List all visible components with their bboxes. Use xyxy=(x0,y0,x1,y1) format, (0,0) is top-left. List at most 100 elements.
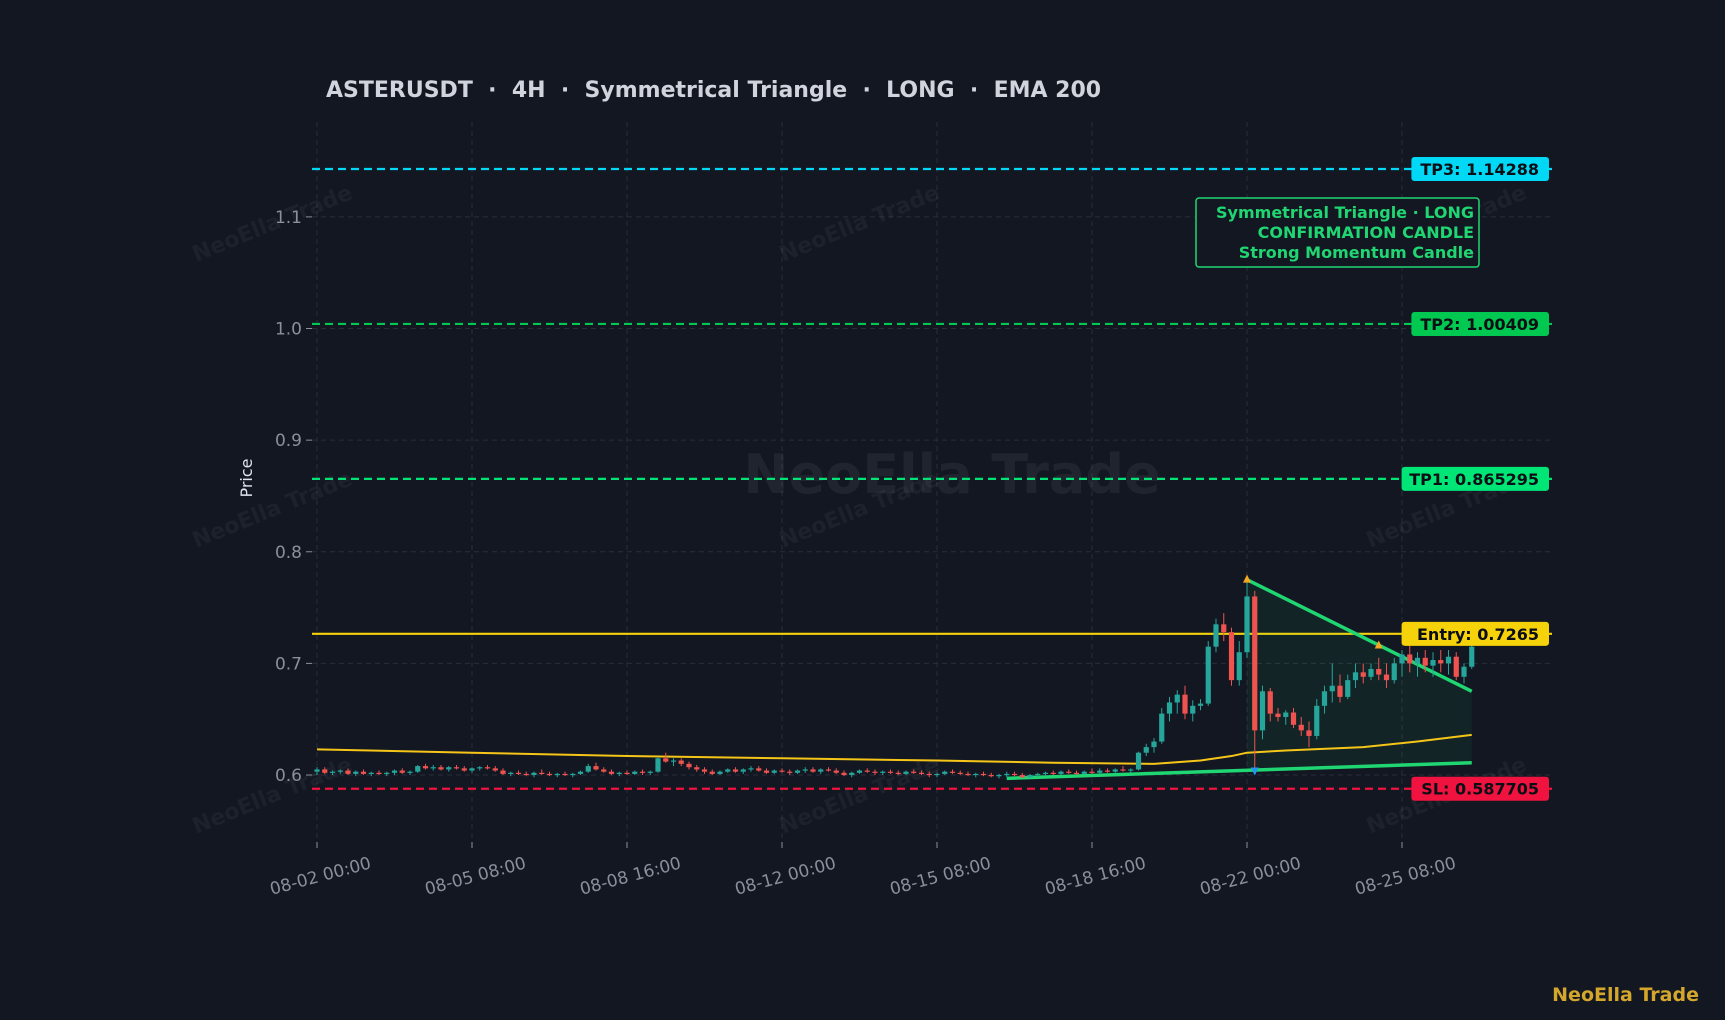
candle-body xyxy=(360,771,367,774)
candle-body xyxy=(1445,656,1452,664)
candle-body xyxy=(825,769,832,771)
candle-body xyxy=(376,772,382,774)
candle-body xyxy=(1221,624,1227,633)
candle-body xyxy=(1383,674,1390,681)
candle-body xyxy=(515,772,522,774)
candle-body xyxy=(1058,771,1064,774)
y-tick-label: 0.9 xyxy=(275,431,302,451)
level-label-tp2: TP2: 1.00409 xyxy=(1420,315,1539,334)
candle-body xyxy=(1391,663,1397,681)
chart-title: ASTERUSDT · 4H · Symmetrical Triangle · … xyxy=(326,78,1101,103)
candle-body xyxy=(980,773,987,776)
candle-body xyxy=(1027,775,1033,778)
candle-body xyxy=(1430,660,1436,666)
candle-body xyxy=(585,766,591,772)
candle-body xyxy=(353,771,359,774)
candle-body xyxy=(554,773,560,776)
x-tick-label: 08-08 16:00 xyxy=(578,854,683,900)
candle-body xyxy=(802,769,808,771)
candle-body xyxy=(1453,656,1459,677)
brand-signature: NeoElla Trade xyxy=(1552,984,1699,1006)
candle-body xyxy=(1461,666,1467,677)
candle-body xyxy=(616,772,622,774)
candle-body xyxy=(453,767,460,769)
y-axis-label: Price xyxy=(237,458,256,497)
candle-body xyxy=(639,771,646,773)
candle-body xyxy=(934,773,940,776)
candle-body xyxy=(818,769,824,772)
candle-body xyxy=(1252,596,1258,731)
candle-body xyxy=(1298,724,1304,731)
annotation-line: Strong Momentum Candle xyxy=(1239,243,1474,262)
candle-body xyxy=(399,770,405,773)
candle-body xyxy=(1407,654,1413,664)
candle-body xyxy=(678,760,684,764)
candle-body xyxy=(492,768,498,771)
candle-body xyxy=(779,770,785,772)
candle-body xyxy=(1376,668,1382,675)
candle-body xyxy=(926,773,932,776)
level-label-sl: SL: 0.587705 xyxy=(1421,780,1539,799)
candle-body xyxy=(1182,694,1188,714)
candle-body xyxy=(523,773,529,776)
candle-body xyxy=(1213,624,1219,647)
candle-body xyxy=(477,767,483,769)
candle-body xyxy=(942,771,948,774)
candle-body xyxy=(1073,772,1080,774)
candle-body xyxy=(1089,771,1095,773)
candle-body xyxy=(1151,741,1157,748)
candle-body xyxy=(996,775,1002,777)
candle-body xyxy=(903,771,909,774)
candle-body xyxy=(546,773,553,776)
candle-body xyxy=(1259,691,1266,731)
candle-body xyxy=(1104,770,1111,772)
candle-body xyxy=(1290,712,1297,725)
candle-body xyxy=(856,770,863,773)
candle-body xyxy=(1438,660,1444,664)
candle-body xyxy=(849,772,855,776)
candle-body xyxy=(1228,632,1235,681)
candle-body xyxy=(446,767,452,770)
candle-body xyxy=(670,760,677,762)
candle-body xyxy=(895,772,901,774)
chart-svg: NeoElla Trade NeoElla Trade NeoElla Trade N… xyxy=(189,78,1552,900)
candle-body xyxy=(329,771,336,773)
candle-body xyxy=(1066,771,1072,773)
candle-body xyxy=(973,773,979,776)
candle-body xyxy=(949,771,956,773)
candle-body xyxy=(1035,773,1041,776)
candle-body xyxy=(918,772,925,774)
y-tick-label: 0.7 xyxy=(275,654,302,674)
candle-body xyxy=(1306,730,1312,736)
candle-body xyxy=(763,770,770,773)
candle-body xyxy=(1337,685,1343,697)
candle-body xyxy=(1190,705,1196,714)
y-tick-label: 0.6 xyxy=(275,766,302,786)
chart-root: NeoElla Trade NeoElla Trade NeoElla Trade N… xyxy=(0,0,1725,1020)
level-label-tp3: TP3: 1.14288 xyxy=(1420,160,1539,179)
candle-body xyxy=(469,768,475,771)
candle-body xyxy=(391,770,398,773)
candle-body xyxy=(1081,771,1087,774)
annotation-layer: Symmetrical Triangle · LONGCONFIRMATION … xyxy=(1195,197,1480,268)
candle-body xyxy=(539,772,545,774)
candle-body xyxy=(1345,680,1351,697)
candle-body xyxy=(1321,691,1328,706)
candle-body xyxy=(965,773,971,776)
candle-body xyxy=(686,763,692,768)
candle-body xyxy=(1368,668,1374,677)
candle-body xyxy=(438,767,444,770)
candle-body xyxy=(1135,752,1142,770)
candle-body xyxy=(407,771,413,773)
candle-body xyxy=(1166,702,1173,714)
candle-body xyxy=(1120,769,1126,771)
candle-body xyxy=(593,766,599,770)
candle-body xyxy=(787,771,793,773)
candle-body xyxy=(988,775,994,777)
x-tick-label: 08-18 16:00 xyxy=(1043,854,1148,900)
candle-body xyxy=(368,772,374,774)
candle-body xyxy=(701,769,708,772)
candle-body xyxy=(1112,769,1118,772)
x-tick-label: 08-15 08:00 xyxy=(888,854,993,900)
candle-body xyxy=(1360,672,1366,677)
